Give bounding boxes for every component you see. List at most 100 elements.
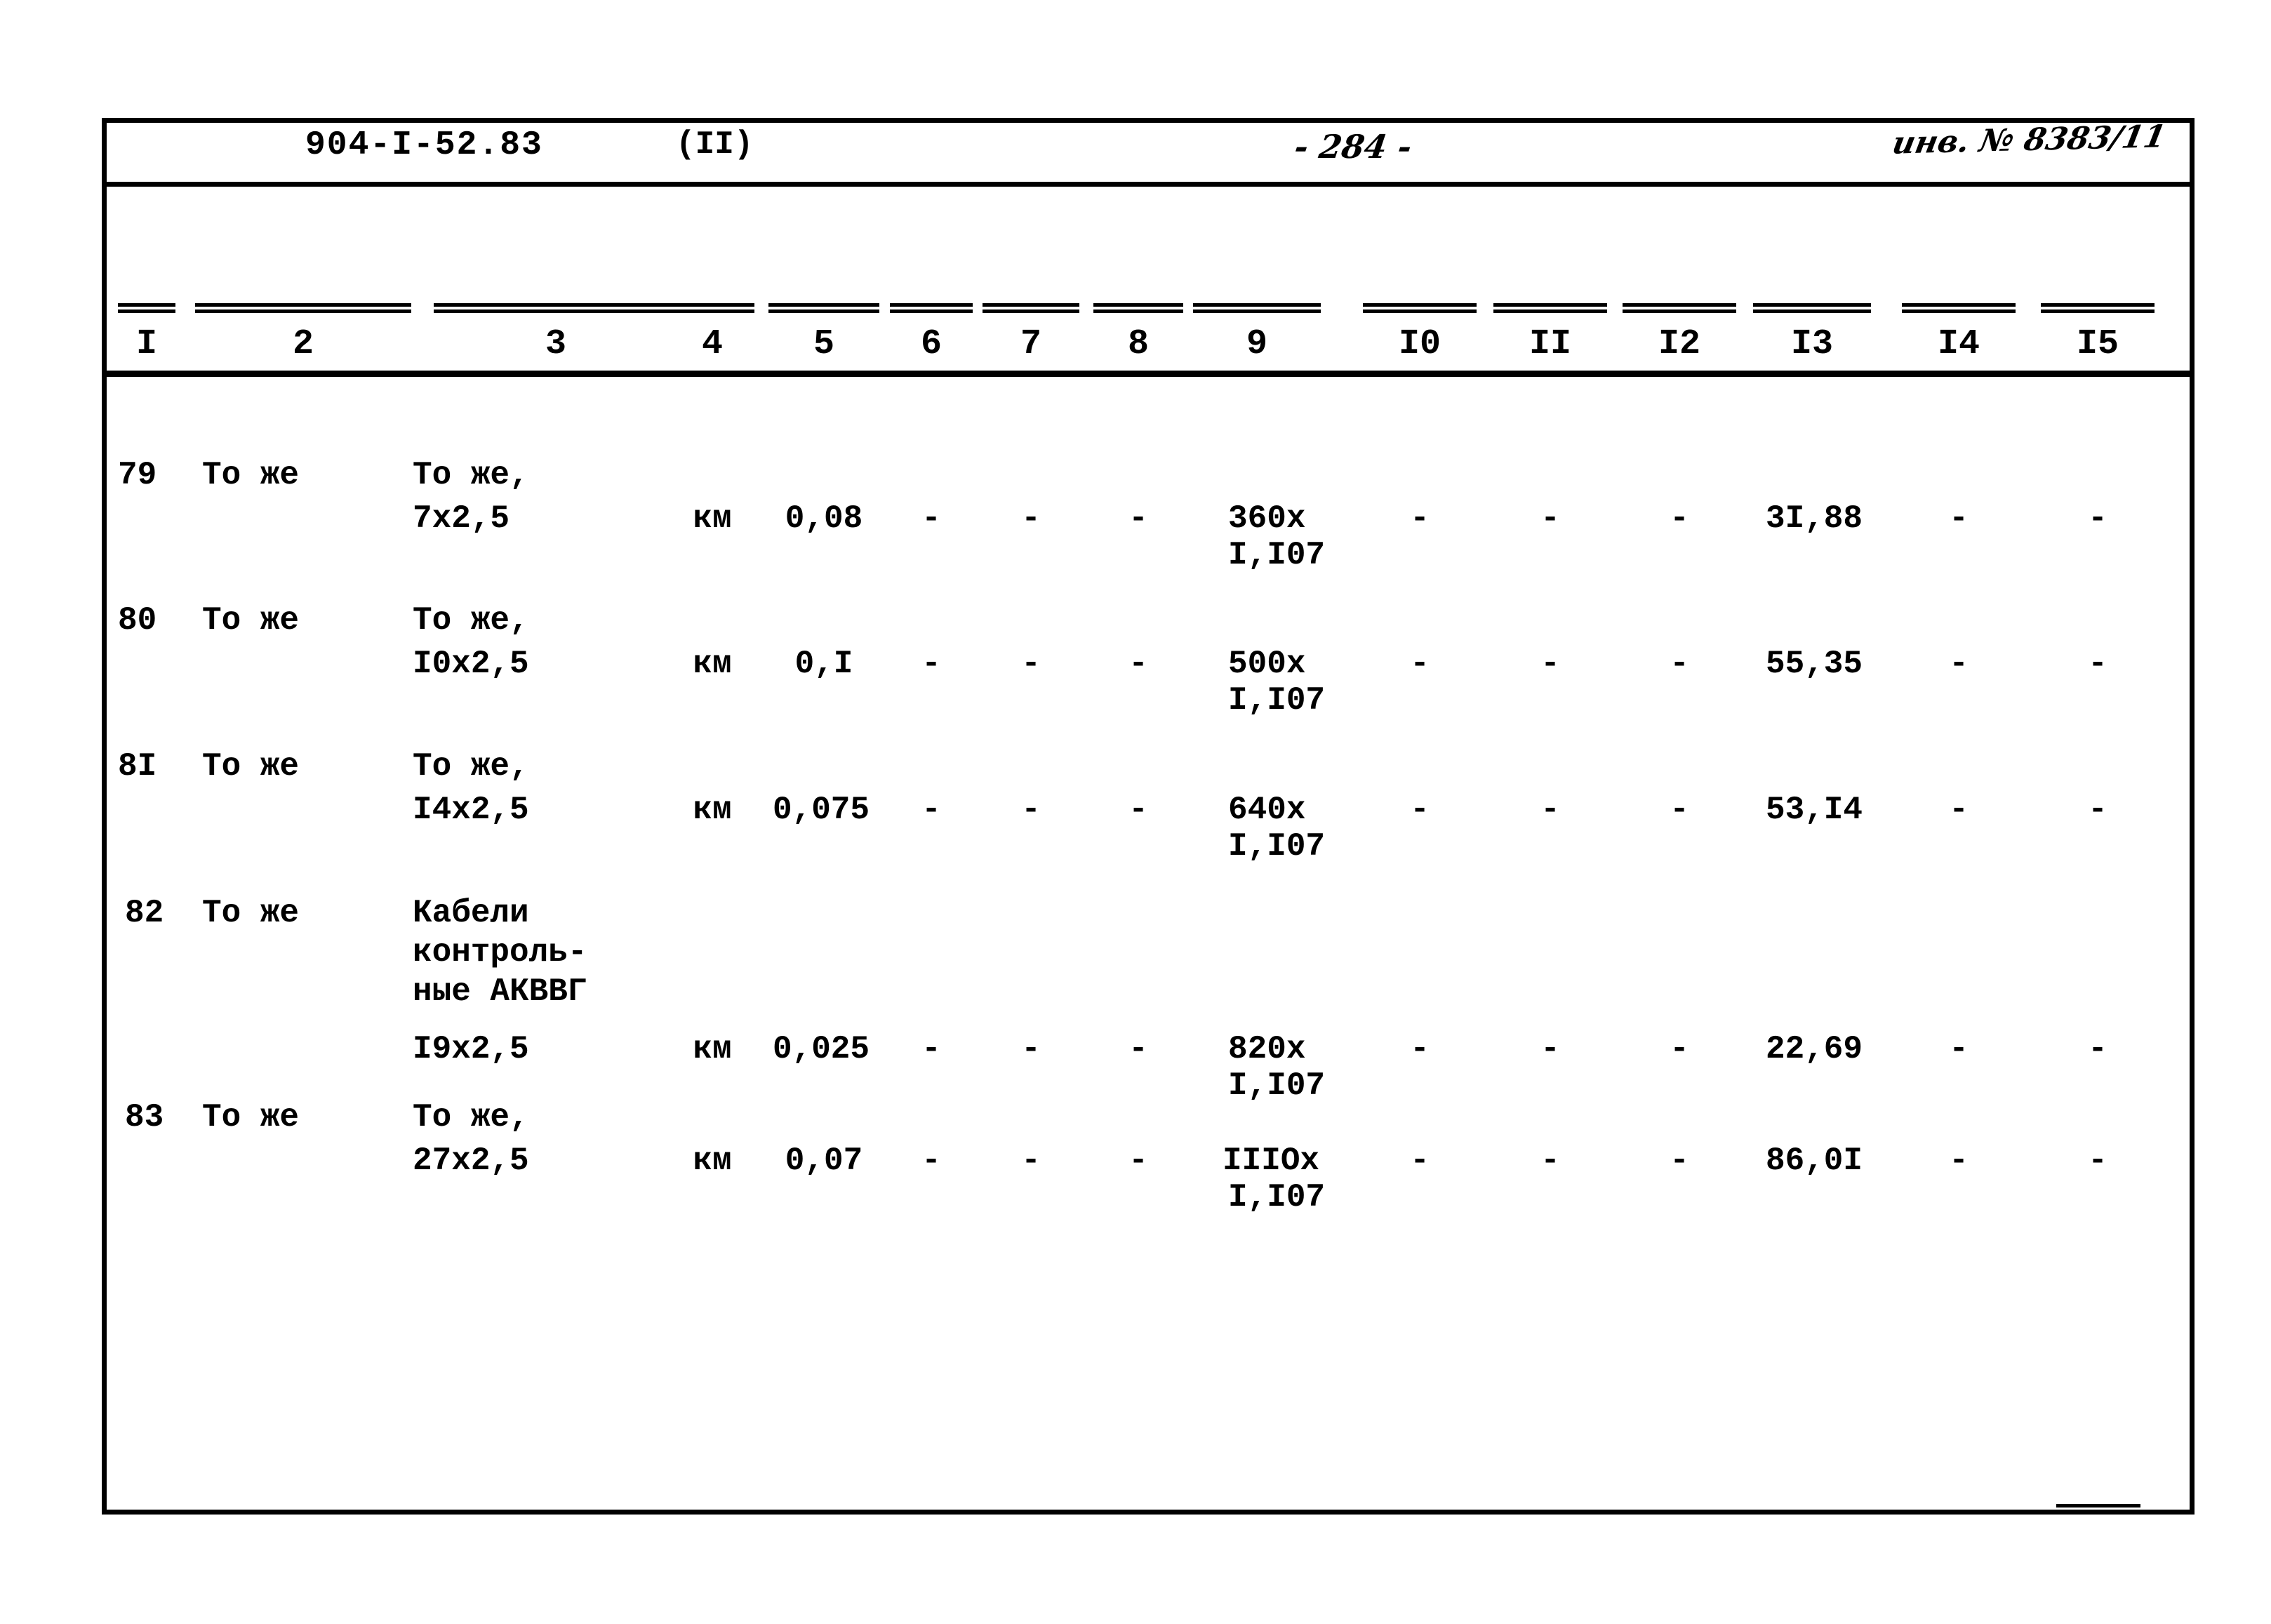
inventory-number: инв. № 8383/11 bbox=[1889, 119, 2169, 161]
table-row: - bbox=[1949, 792, 1969, 828]
table-row: - bbox=[1128, 792, 1148, 828]
table-row: - bbox=[1540, 792, 1560, 828]
table-row: 27х2,5 bbox=[413, 1143, 529, 1179]
table-row: - bbox=[1410, 500, 1430, 537]
table-row: 80 bbox=[118, 602, 157, 639]
table-row: 86,0I bbox=[1765, 1143, 1863, 1179]
table-row: контроль- bbox=[413, 934, 587, 971]
column-header-8: 8 bbox=[1127, 324, 1149, 364]
table-row: 55,35 bbox=[1765, 646, 1863, 682]
table-row: км bbox=[693, 792, 732, 828]
page-number: - 284 - bbox=[1292, 128, 1415, 166]
header-separator-rule bbox=[107, 371, 2190, 377]
table-row: - bbox=[1670, 1143, 1689, 1179]
column-header-11: II bbox=[1529, 324, 1571, 364]
table-row: I4х2,5 bbox=[413, 792, 529, 828]
table-row: - bbox=[1021, 500, 1041, 537]
table-row: - bbox=[1021, 1143, 1041, 1179]
column-header-3: 3 bbox=[545, 324, 566, 364]
table-row: - bbox=[1410, 646, 1430, 682]
table-row: - bbox=[1128, 500, 1148, 537]
table-row: - bbox=[921, 792, 941, 828]
column-rule-3 bbox=[434, 303, 678, 313]
table-row: - bbox=[1021, 646, 1041, 682]
table-row: км bbox=[693, 1031, 732, 1067]
table-row: 820х bbox=[1228, 1031, 1306, 1067]
table-row: I,I07 bbox=[1228, 1067, 1326, 1104]
table-row: I9х2,5 bbox=[413, 1031, 529, 1067]
table-row: - bbox=[1949, 646, 1969, 682]
table-row: 0,025 bbox=[772, 1031, 870, 1067]
part-number: (II) bbox=[676, 126, 754, 163]
table-row: - bbox=[2088, 792, 2107, 828]
column-rule-8 bbox=[1093, 303, 1183, 313]
table-row: I,I07 bbox=[1228, 537, 1326, 573]
column-header-9: 9 bbox=[1246, 324, 1267, 364]
table-row: - bbox=[921, 500, 941, 537]
table-row: - bbox=[921, 646, 941, 682]
table-row: 82 bbox=[125, 895, 164, 931]
table-row: - bbox=[2088, 1143, 2107, 1179]
table-row: 0,075 bbox=[772, 792, 870, 828]
table-row: 500х bbox=[1228, 646, 1306, 682]
table-row: I,I07 bbox=[1228, 682, 1326, 719]
table-row: - bbox=[2088, 1031, 2107, 1067]
table-row: 79 bbox=[118, 457, 157, 493]
column-rule-5 bbox=[768, 303, 879, 313]
table-row: То же bbox=[202, 602, 300, 639]
column-rule-13 bbox=[1753, 303, 1871, 313]
column-rule-7 bbox=[983, 303, 1079, 313]
table-row: 0,07 bbox=[785, 1143, 863, 1179]
column-rule-9 bbox=[1193, 303, 1321, 313]
series-code: 904-I-52.83 bbox=[305, 126, 543, 164]
column-header-12: I2 bbox=[1658, 324, 1700, 364]
table-row: - bbox=[1021, 1031, 1041, 1067]
table-row: км bbox=[693, 1143, 732, 1179]
table-row: - bbox=[1410, 1143, 1430, 1179]
table-row: То же bbox=[202, 895, 300, 931]
table-row: - bbox=[1949, 500, 1969, 537]
column-header-7: 7 bbox=[1020, 324, 1041, 364]
table-row: - bbox=[1670, 646, 1689, 682]
column-header-13: I3 bbox=[1790, 324, 1833, 364]
column-rule-10 bbox=[1363, 303, 1477, 313]
table-row: 53,I4 bbox=[1765, 792, 1863, 828]
column-header-5: 5 bbox=[813, 324, 834, 364]
table-row: То же bbox=[202, 1099, 300, 1136]
column-header-15: I5 bbox=[2076, 324, 2119, 364]
table-row: - bbox=[1540, 500, 1560, 537]
table-row: I,I07 bbox=[1228, 828, 1326, 865]
table-row: - bbox=[1540, 646, 1560, 682]
table-row: - bbox=[1410, 792, 1430, 828]
column-header-1: I bbox=[135, 324, 157, 364]
table-row: То же, bbox=[413, 602, 529, 639]
table-row: - bbox=[1670, 1031, 1689, 1067]
column-header-6: 6 bbox=[920, 324, 942, 364]
page-header-band: 904-I-52.83 (II) - 284 - инв. № 8383/11 bbox=[102, 118, 2195, 187]
table-row: - bbox=[1410, 1031, 1430, 1067]
column-header-2: 2 bbox=[292, 324, 314, 364]
column-rule-2 bbox=[195, 303, 411, 313]
table-row: - bbox=[2088, 646, 2107, 682]
table-row: 0,08 bbox=[785, 500, 863, 537]
table-row: 0,I bbox=[794, 646, 853, 682]
table-row: - bbox=[1670, 500, 1689, 537]
table-row: 22,69 bbox=[1765, 1031, 1863, 1067]
column-rule-11 bbox=[1493, 303, 1607, 313]
table-row: - bbox=[1128, 1143, 1148, 1179]
table-row: - bbox=[1128, 1031, 1148, 1067]
column-rule-12 bbox=[1623, 303, 1736, 313]
table-row: То же, bbox=[413, 1099, 529, 1136]
table-row: - bbox=[2088, 500, 2107, 537]
table-row: - bbox=[1128, 646, 1148, 682]
column-header-10: I0 bbox=[1398, 324, 1441, 364]
table-row: 7х2,5 bbox=[413, 500, 510, 537]
table-row: I,I07 bbox=[1228, 1179, 1326, 1216]
table-row: - bbox=[1949, 1031, 1969, 1067]
table-row: км bbox=[693, 500, 732, 537]
column-header-4: 4 bbox=[701, 324, 723, 364]
table-row: - bbox=[1540, 1143, 1560, 1179]
column-rule-1 bbox=[118, 303, 175, 313]
table-row: 640х bbox=[1228, 792, 1306, 828]
table-row: - bbox=[921, 1143, 941, 1179]
